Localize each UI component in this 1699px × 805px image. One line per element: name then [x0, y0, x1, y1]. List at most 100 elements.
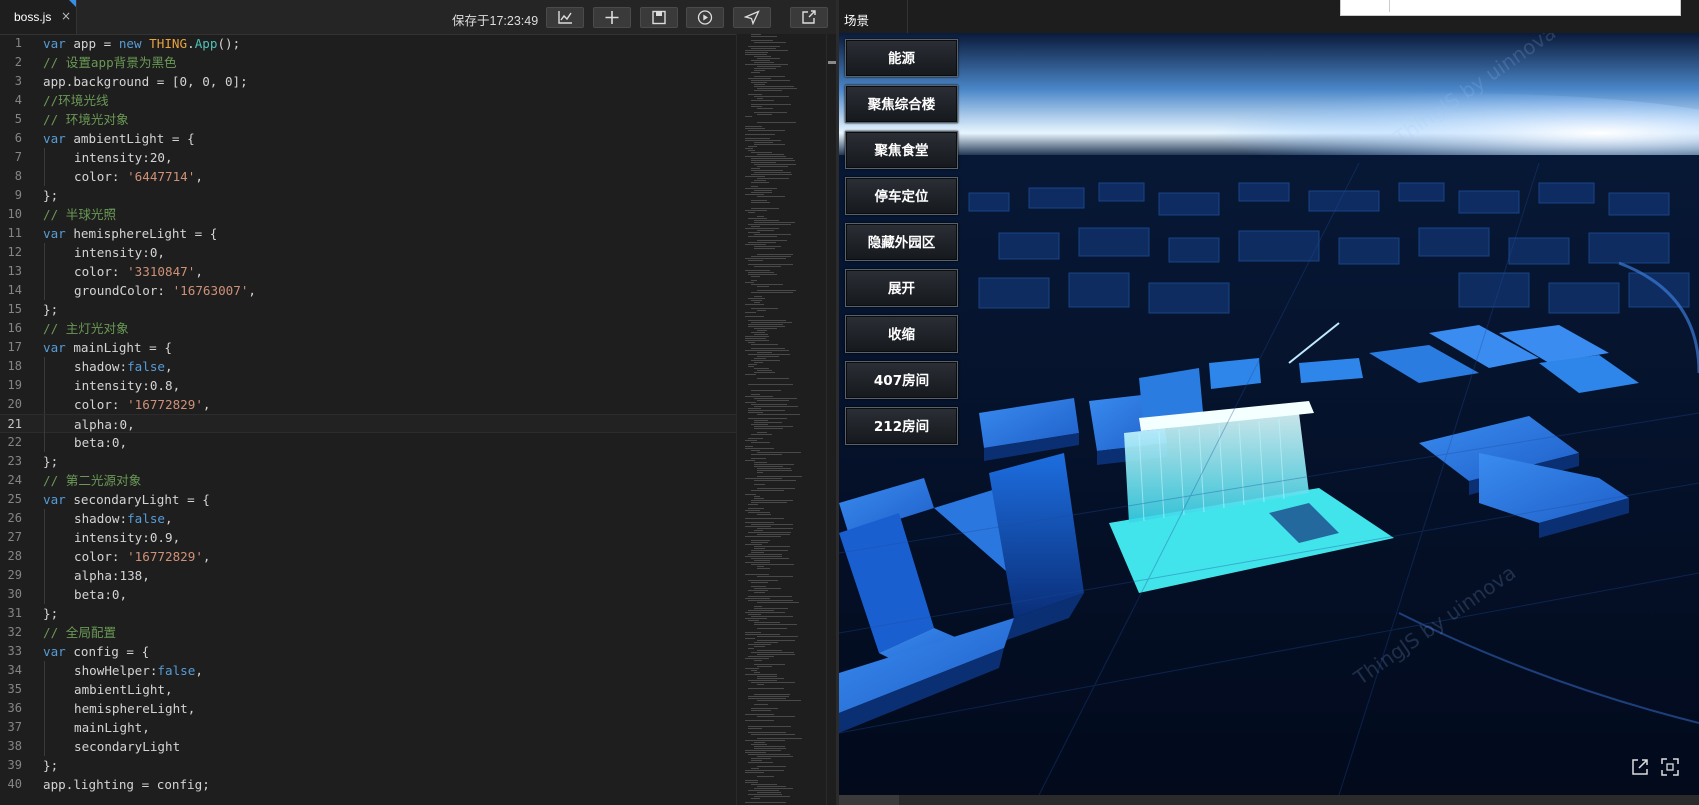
code-line[interactable]: 15};	[0, 300, 736, 319]
code-text: // 第二光源对象	[43, 473, 142, 488]
code-line[interactable]: 35 ambientLight,	[0, 680, 736, 699]
code-line[interactable]: 14 groundColor: '16763007',	[0, 281, 736, 300]
code-text: // 主灯光对象	[43, 321, 129, 336]
scene-button[interactable]: 212房间	[845, 407, 958, 445]
status-tab[interactable]	[839, 795, 899, 805]
code-line[interactable]: 33 var config = {	[0, 642, 736, 661]
minimap-line	[748, 698, 786, 699]
code-line[interactable]: 25 var secondaryLight = {	[0, 490, 736, 509]
code-line[interactable]: 24 // 第二光源对象	[0, 471, 736, 490]
minimap-line	[745, 270, 770, 271]
minimap-line	[748, 732, 786, 733]
indent-guide	[44, 566, 45, 585]
code-line[interactable]: 3 app.background = [0, 0, 0];	[0, 72, 736, 91]
minimap-line	[754, 248, 775, 249]
code-line[interactable]: 18 shadow:false,	[0, 357, 736, 376]
scene-button[interactable]: 停车定位	[845, 177, 958, 215]
scene-button[interactable]: 收缩	[845, 315, 958, 353]
code-line[interactable]: 19 intensity:0.8,	[0, 376, 736, 395]
scene-button[interactable]: 聚焦综合楼	[845, 85, 958, 123]
minimap-line	[748, 146, 757, 147]
code-line[interactable]: 39};	[0, 756, 736, 775]
minimap-line	[754, 484, 765, 485]
code-area[interactable]: 1 var app = new THING.App(); 2 // 设置app背景为黑…	[0, 34, 736, 805]
indent-guide	[44, 661, 45, 680]
code-line[interactable]: 34 showHelper:false,	[0, 661, 736, 680]
code-line[interactable]: 13 color: '3310847',	[0, 262, 736, 281]
run-button[interactable]	[686, 7, 724, 28]
minimap-line	[748, 754, 790, 755]
minimap-line	[751, 202, 770, 203]
code-text: shadow:false,	[74, 359, 173, 374]
code-line[interactable]: 10 // 半球光照	[0, 205, 736, 224]
save-button[interactable]	[640, 7, 678, 28]
open-external-button[interactable]	[790, 7, 828, 28]
scene-button[interactable]: 能源	[845, 39, 958, 77]
send-button[interactable]	[733, 7, 771, 28]
scene-button[interactable]: 聚焦食堂	[845, 131, 958, 169]
code-text: beta:0,	[74, 435, 128, 450]
add-button[interactable]	[593, 7, 631, 28]
scene-button[interactable]: 展开	[845, 269, 958, 307]
code-line[interactable]: 12 intensity:0,	[0, 243, 736, 262]
code-line[interactable]: 28 color: '16772829',	[0, 547, 736, 566]
code-line[interactable]: 5 // 环境光对象	[0, 110, 736, 129]
code-line[interactable]: 8 color: '6447714',	[0, 167, 736, 186]
code-line[interactable]: 30 beta:0,	[0, 585, 736, 604]
minimap[interactable]	[736, 34, 827, 805]
file-tab-boss-js[interactable]: boss.js ×	[0, 0, 77, 34]
code-line[interactable]: 11 var hemisphereLight = {	[0, 224, 736, 243]
scene-button[interactable]: 隐藏外园区	[845, 223, 958, 261]
code-line[interactable]: 27 intensity:0.9,	[0, 528, 736, 547]
minimap-line	[745, 494, 756, 495]
3d-viewport[interactable]: ThingJS by uinnova ThingJS by uinnova 能源…	[839, 33, 1699, 795]
scrollbar-thumb[interactable]	[828, 61, 836, 64]
code-line[interactable]: 31};	[0, 604, 736, 623]
code-line[interactable]: 40 app.lighting = config;	[0, 775, 736, 794]
tab-scene[interactable]: 场景	[839, 0, 908, 33]
minimap-line	[751, 390, 781, 391]
minimap-line	[745, 638, 755, 639]
code-line[interactable]: 20 color: '16772829',	[0, 395, 736, 414]
close-tab-icon[interactable]: ×	[61, 9, 71, 23]
minimap-line	[745, 668, 759, 669]
code-line[interactable]: 36 hemisphereLight,	[0, 699, 736, 718]
stats-button[interactable]	[546, 7, 584, 28]
minimap-line	[757, 378, 789, 379]
code-line[interactable]: 38 secondaryLight	[0, 737, 736, 756]
code-line[interactable]: 6 var ambientLight = {	[0, 129, 736, 148]
minimap-line	[757, 66, 781, 67]
line-number: 4	[14, 93, 22, 107]
scene-button[interactable]: 407房间	[845, 361, 958, 399]
open-external-icon[interactable]	[1629, 756, 1651, 778]
code-line[interactable]: 22 beta:0,	[0, 433, 736, 452]
minimap-line	[754, 68, 776, 69]
minimap-line	[754, 42, 786, 43]
code-line[interactable]: 23};	[0, 452, 736, 471]
code-line[interactable]: 1 var app = new THING.App();	[0, 34, 736, 53]
code-line[interactable]: 4 //环境光线	[0, 91, 736, 110]
code-line[interactable]: 2 // 设置app背景为黑色	[0, 53, 736, 72]
minimap-line	[757, 58, 780, 59]
line-number: 9	[14, 188, 22, 202]
code-line[interactable]: 7 intensity:20,	[0, 148, 736, 167]
minimap-line	[748, 590, 768, 591]
code-line[interactable]: 9};	[0, 186, 736, 205]
minimap-line	[748, 596, 792, 597]
minimap-line	[751, 586, 766, 587]
minimap-line	[751, 360, 780, 361]
minimap-line	[745, 336, 769, 337]
code-line[interactable]: 16 // 主灯光对象	[0, 319, 736, 338]
minimap-line	[745, 574, 769, 575]
dropdown-popup[interactable]	[1340, 0, 1681, 16]
minimap-line	[751, 552, 764, 553]
code-line[interactable]: 37 mainLight,	[0, 718, 736, 737]
code-line[interactable]: 26 shadow:false,	[0, 509, 736, 528]
code-line[interactable]: 21 alpha:0,	[0, 414, 736, 434]
line-number: 14	[7, 283, 22, 297]
code-text: hemisphereLight,	[74, 701, 196, 716]
code-line[interactable]: 29 alpha:138,	[0, 566, 736, 585]
code-line[interactable]: 17 var mainLight = {	[0, 338, 736, 357]
fullscreen-icon[interactable]	[1659, 756, 1681, 778]
code-line[interactable]: 32 // 全局配置	[0, 623, 736, 642]
